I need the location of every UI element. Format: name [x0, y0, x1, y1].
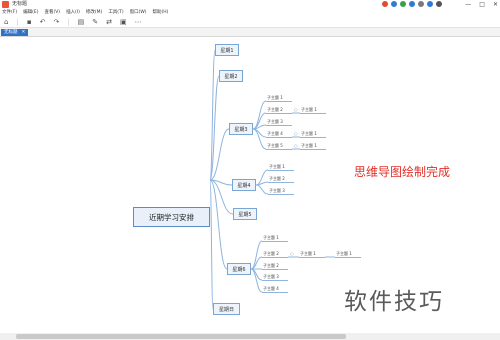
collapse-toggle-icon[interactable]: ○	[294, 107, 298, 113]
subtopic-grandchild[interactable]: 子主题 1	[335, 251, 361, 258]
menu-bar: 文件(F) 编辑(E) 查看(V) 插入(I) 修改(M) 工具(T) 窗口(W…	[0, 9, 500, 17]
system-tray	[382, 1, 442, 7]
branch-line	[252, 128, 267, 150]
main-topic[interactable]: 星期1	[215, 44, 239, 56]
subtopic[interactable]: 子主题 2	[268, 176, 294, 183]
title-bar: 无标题 — □ ✕	[0, 0, 500, 9]
maximize-button[interactable]: □	[479, 0, 485, 9]
collapse-toggle-icon[interactable]: ○	[294, 131, 298, 137]
subtopic-child[interactable]: 子主题 1	[300, 143, 326, 150]
collapse-toggle-icon[interactable]: ○	[290, 251, 294, 257]
save-icon[interactable]: ▪	[27, 17, 32, 27]
redo-icon[interactable]: ↷	[53, 17, 59, 27]
main-topic[interactable]: 星期日	[213, 303, 240, 315]
main-topic[interactable]: 星期5	[233, 208, 257, 220]
window-title: 无标题	[12, 1, 28, 7]
tab-close-icon[interactable]: ✕	[22, 29, 26, 36]
tab-label: 无标题	[4, 30, 18, 35]
subtopic[interactable]: 子主题 1	[266, 95, 292, 102]
branch-line	[255, 181, 269, 186]
tab-untitled[interactable]: 无标题 ✕	[1, 29, 29, 36]
branch-line	[255, 169, 269, 186]
more-icon[interactable]: ⋯	[135, 17, 142, 27]
minimize-button[interactable]: —	[465, 0, 471, 9]
tray-tools-icon[interactable]	[436, 1, 442, 7]
layout-icon[interactable]: ⇄	[106, 17, 112, 27]
main-topic[interactable]: 星期2	[219, 70, 243, 82]
subtopic-child[interactable]: 子主题 1	[299, 251, 325, 258]
subtopic[interactable]: 子主题 3	[266, 119, 292, 126]
home-icon[interactable]: ⌂	[4, 17, 8, 27]
horizontal-scrollbar[interactable]	[0, 333, 500, 340]
tray-emoji-icon[interactable]	[400, 1, 406, 7]
subtopic[interactable]: 子主题 3	[268, 188, 294, 195]
subtopic[interactable]: 子主题 4	[262, 286, 288, 293]
subtopic[interactable]: 子主题 2	[262, 263, 288, 270]
scrollbar-thumb[interactable]	[16, 334, 346, 339]
image-icon[interactable]: ▣	[120, 17, 127, 27]
subtopic[interactable]: 子主题 2	[262, 251, 288, 258]
folder-icon[interactable]: ▤	[78, 17, 85, 27]
tray-sogou-icon[interactable]	[382, 1, 388, 7]
menu-tools[interactable]: 工具(T)	[108, 9, 123, 17]
undo-icon[interactable]: ↶	[40, 17, 46, 27]
close-button[interactable]: ✕	[493, 0, 498, 9]
tray-keyboard-icon[interactable]	[418, 1, 424, 7]
branch-line	[209, 179, 228, 270]
branch-line	[209, 179, 214, 310]
subtopic[interactable]: 子主题 1	[262, 235, 288, 242]
toolbar-divider: |	[16, 18, 19, 26]
collapse-toggle-icon[interactable]: ○	[294, 143, 298, 149]
menu-edit[interactable]: 编辑(E)	[23, 9, 38, 17]
subtopic[interactable]: 子主题 3	[262, 274, 288, 281]
branch-line	[255, 184, 269, 195]
menu-view[interactable]: 查看(V)	[44, 9, 60, 17]
toolbar: ⌂ | ▪ ↶ ↷ | ▤ ✎ ⇄ ▣ ⋯	[0, 17, 500, 28]
main-topic[interactable]: 星期3	[229, 123, 253, 135]
root-topic[interactable]: 近期学习安排	[133, 207, 210, 227]
tray-skin-icon[interactable]	[427, 1, 433, 7]
main-topic[interactable]: 星期6	[227, 263, 251, 275]
window-controls: — □ ✕	[465, 0, 498, 9]
tray-voice-icon[interactable]	[409, 1, 415, 7]
subtopic[interactable]: 子主题 2	[266, 107, 292, 114]
subtopic[interactable]: 子主题 4	[266, 131, 292, 138]
subtopic[interactable]: 子主题 5	[266, 143, 292, 150]
branch-line	[250, 268, 263, 293]
main-topic[interactable]: 星期4	[232, 179, 256, 191]
menu-modify[interactable]: 修改(M)	[86, 9, 102, 17]
menu-file[interactable]: 文件(F)	[2, 9, 17, 17]
menu-window[interactable]: 窗口(W)	[130, 9, 147, 17]
tray-input-icon[interactable]	[391, 1, 397, 7]
app-icon	[2, 1, 9, 8]
annotation-text: 思维导图绘制完成	[354, 165, 451, 179]
style-icon[interactable]: ✎	[92, 17, 98, 27]
document-tab-bar: 无标题 ✕	[0, 28, 500, 37]
subtopic-child[interactable]: 子主题 1	[300, 131, 326, 138]
subtopic[interactable]: 子主题 1	[268, 164, 294, 171]
menu-insert[interactable]: 插入(I)	[66, 9, 80, 17]
menu-help[interactable]: 帮助(H)	[153, 9, 169, 17]
subtopic-child[interactable]: 子主题 1	[300, 107, 326, 114]
branch-line	[250, 240, 263, 270]
toolbar-divider: |	[67, 18, 70, 26]
watermark: 软件技巧	[344, 289, 444, 315]
